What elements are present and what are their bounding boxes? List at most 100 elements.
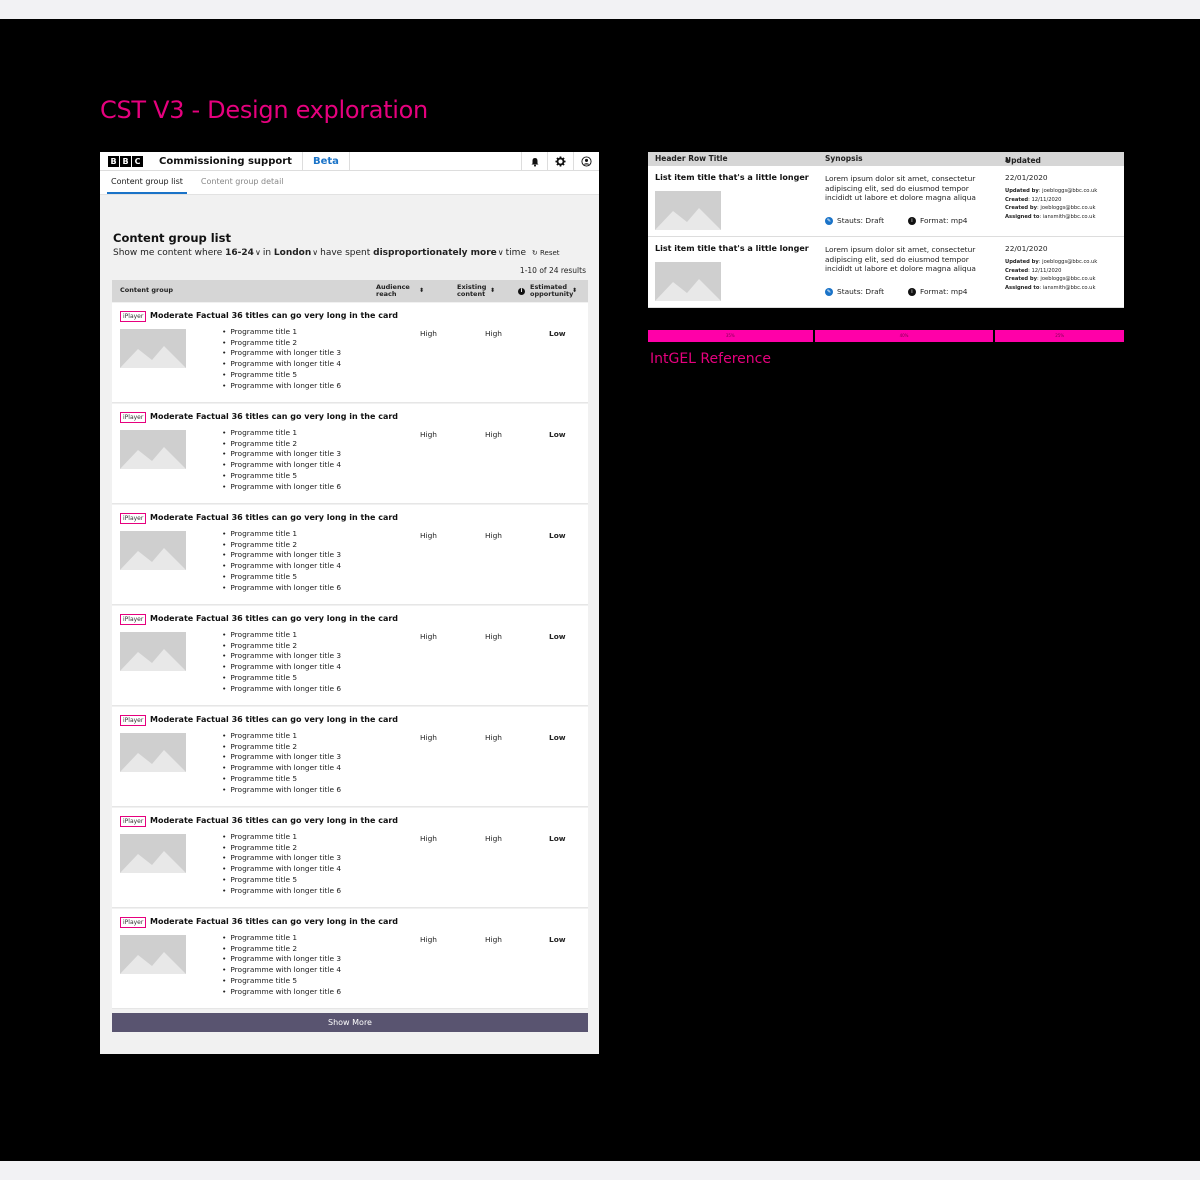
table-row[interactable]: iPlayer Moderate Factual 36 titles can go… <box>112 303 588 403</box>
page-title: CST V3 - Design exploration <box>100 96 428 124</box>
reference-row[interactable]: List item title that's a little longer Lo… <box>648 237 1124 308</box>
status-label: Stauts: Draft <box>837 216 885 225</box>
programme-item[interactable]: Programme with longer title 3 <box>222 853 341 864</box>
row-title[interactable]: Moderate Factual 36 titles can go very l… <box>150 614 398 623</box>
chevron-down-icon[interactable]: ∨ <box>498 248 504 257</box>
programme-item[interactable]: Programme with longer title 6 <box>222 684 341 695</box>
programme-item[interactable]: Programme title 2 <box>222 843 341 854</box>
table-row[interactable]: iPlayer Moderate Factual 36 titles can go… <box>112 505 588 605</box>
reference-row[interactable]: List item title that's a little longer Lo… <box>648 166 1124 237</box>
tab-content-group-detail[interactable]: Content group detail <box>197 171 288 194</box>
show-more-button[interactable]: Show More <box>112 1013 588 1032</box>
programme-item[interactable]: Programme title 5 <box>222 572 341 583</box>
programme-item[interactable]: Programme title 2 <box>222 641 341 652</box>
row-title[interactable]: Moderate Factual 36 titles can go very l… <box>150 917 398 926</box>
chevron-down-icon[interactable]: ∨ <box>312 248 318 257</box>
reference-caption: IntGEL Reference <box>650 351 771 367</box>
programme-item[interactable]: Programme title 5 <box>222 875 341 886</box>
programme-item[interactable]: Programme with longer title 6 <box>222 583 341 594</box>
existing-content-value: High <box>485 733 502 742</box>
table-row[interactable]: iPlayer Moderate Factual 36 titles can go… <box>112 707 588 807</box>
column-audience-reach[interactable]: Audience reach <box>376 280 416 302</box>
image-placeholder-icon <box>655 262 721 301</box>
list-item-title[interactable]: List item title that's a little longer <box>655 173 809 182</box>
row-title[interactable]: Moderate Factual 36 titles can go very l… <box>150 311 398 320</box>
user-icon[interactable] <box>573 152 599 171</box>
chevron-down-icon[interactable]: ∨ <box>255 248 261 257</box>
programme-item[interactable]: Programme with longer title 6 <box>222 785 341 796</box>
programme-item[interactable]: Programme with longer title 4 <box>222 763 341 774</box>
row-title[interactable]: Moderate Factual 36 titles can go very l… <box>150 513 398 522</box>
programme-item[interactable]: Programme title 2 <box>222 338 341 349</box>
programme-item[interactable]: Programme with longer title 6 <box>222 987 341 998</box>
top-navigation: B B C Commissioning support Beta <box>100 152 599 171</box>
programme-item[interactable]: Programme title 5 <box>222 370 341 381</box>
age-dropdown[interactable]: 16-24 <box>225 248 254 258</box>
table-row[interactable]: iPlayer Moderate Factual 36 titles can go… <box>112 404 588 504</box>
programme-item[interactable]: Programme title 1 <box>222 933 341 944</box>
bbc-logo[interactable]: B B C <box>108 155 143 167</box>
programme-item[interactable]: Programme title 5 <box>222 471 341 482</box>
programme-item[interactable]: Programme title 1 <box>222 529 341 540</box>
programme-item[interactable]: Programme with longer title 4 <box>222 864 341 875</box>
app-frame: B B C Commissioning support Beta Content… <box>100 152 599 1054</box>
estimated-opportunity-value: Low <box>549 935 566 944</box>
programme-item[interactable]: Programme title 2 <box>222 742 341 753</box>
programme-item[interactable]: Programme title 1 <box>222 428 341 439</box>
location-dropdown[interactable]: London <box>274 248 311 258</box>
programme-item[interactable]: Programme with longer title 3 <box>222 954 341 965</box>
tab-content-group-list[interactable]: Content group list <box>107 171 187 194</box>
iplayer-badge: iPlayer <box>120 917 147 928</box>
reset-button[interactable]: ↻ Reset <box>532 249 560 257</box>
spend-dropdown[interactable]: disproportionately more <box>373 248 497 258</box>
programme-item[interactable]: Programme with longer title 6 <box>222 482 341 493</box>
programme-item[interactable]: Programme with longer title 4 <box>222 460 341 471</box>
programme-item[interactable]: Programme title 1 <box>222 630 341 641</box>
guide-segment: 25% <box>1055 333 1065 338</box>
programme-item[interactable]: Programme with longer title 3 <box>222 348 341 359</box>
programme-item[interactable]: Programme with longer title 6 <box>222 886 341 897</box>
programme-item[interactable]: Programme title 1 <box>222 327 341 338</box>
programme-item[interactable]: Programme with longer title 4 <box>222 561 341 572</box>
programme-item[interactable]: Programme with longer title 3 <box>222 752 341 763</box>
image-placeholder-icon <box>120 430 186 469</box>
programme-item[interactable]: Programme with longer title 4 <box>222 662 341 673</box>
table-row[interactable]: iPlayer Moderate Factual 36 titles can go… <box>112 606 588 706</box>
programme-item[interactable]: Programme with longer title 4 <box>222 359 341 370</box>
programme-item[interactable]: Programme title 2 <box>222 439 341 450</box>
table-header: Content group Audience reach ⬍ Existing … <box>112 280 588 302</box>
row-title[interactable]: Moderate Factual 36 titles can go very l… <box>150 412 398 421</box>
programme-item[interactable]: Programme with longer title 3 <box>222 449 341 460</box>
programme-item[interactable]: Programme with longer title 3 <box>222 550 341 561</box>
audience-reach-value: High <box>420 834 437 843</box>
meta-value: : joebloggs@bbc.co.uk <box>1038 188 1098 194</box>
pencil-icon: ✎ <box>825 216 833 225</box>
programme-item[interactable]: Programme title 2 <box>222 540 341 551</box>
programme-item[interactable]: Programme title 5 <box>222 673 341 684</box>
table-row[interactable]: iPlayer Moderate Factual 36 titles can go… <box>112 808 588 908</box>
gear-icon[interactable] <box>547 152 573 171</box>
meta-label: Created by <box>1005 276 1037 283</box>
programme-item[interactable]: Programme title 1 <box>222 832 341 843</box>
table-row[interactable]: iPlayer Moderate Factual 36 titles can go… <box>112 909 588 1009</box>
programme-item[interactable]: Programme with longer title 3 <box>222 651 341 662</box>
bell-icon[interactable] <box>521 152 547 171</box>
sort-icon[interactable]: ⬍ <box>414 280 424 302</box>
programme-item[interactable]: Programme title 5 <box>222 976 341 987</box>
programme-item[interactable]: Programme with longer title 6 <box>222 381 341 392</box>
app-name[interactable]: Commissioning support <box>159 152 303 171</box>
list-item-title[interactable]: List item title that's a little longer <box>655 244 809 253</box>
programme-list: Programme title 1Programme title 2Progra… <box>222 428 341 492</box>
info-icon[interactable]: i <box>518 280 530 302</box>
filter-prefix: Show me content where <box>113 248 223 258</box>
programme-item[interactable]: Programme with longer title 4 <box>222 965 341 976</box>
sort-icon[interactable]: ⬍ <box>485 280 495 302</box>
programme-item[interactable]: Programme title 1 <box>222 731 341 742</box>
row-title[interactable]: Moderate Factual 36 titles can go very l… <box>150 816 398 825</box>
row-title[interactable]: Moderate Factual 36 titles can go very l… <box>150 715 398 724</box>
programme-item[interactable]: Programme title 2 <box>222 944 341 955</box>
programme-item[interactable]: Programme title 5 <box>222 774 341 785</box>
image-placeholder-icon <box>120 531 186 570</box>
meta-label: Updated by <box>1005 188 1039 194</box>
sort-icon[interactable]: ⬍ <box>567 280 577 302</box>
